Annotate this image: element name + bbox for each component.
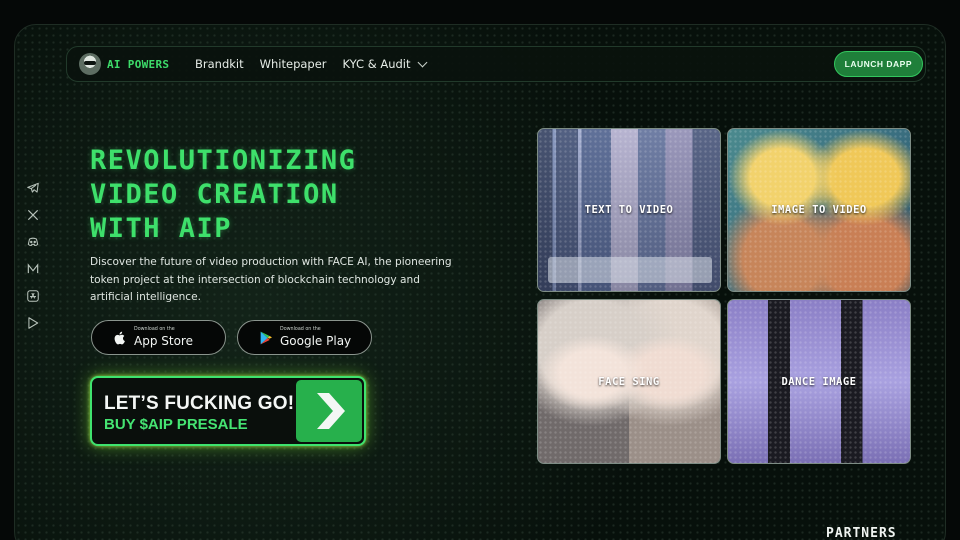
hero-title-line: VIDEO CREATION [90, 179, 339, 210]
robot-logo-icon [79, 53, 101, 75]
hero-description: Discover the future of video production … [90, 256, 452, 303]
app-store-button[interactable]: Download on the App Store [91, 320, 226, 355]
nav-link-kyc-audit[interactable]: KYC & Audit [342, 57, 427, 71]
top-navbar: AI POWERS Brandkit Whitepaper KYC & Audi… [66, 46, 926, 82]
hero-title-line: WITH AIP [90, 213, 233, 244]
nav-link-whitepaper[interactable]: Whitepaper [260, 57, 327, 71]
discord-icon[interactable] [25, 234, 41, 250]
prompt-preview-box [548, 257, 712, 283]
chevron-right-icon [296, 380, 362, 442]
feature-card-image-to-video[interactable]: IMAGE TO VIDEO [727, 128, 911, 292]
feature-card-dance-image[interactable]: DANCE IMAGE [727, 299, 911, 464]
feature-card-label: FACE SING [598, 375, 660, 388]
x-icon[interactable] [25, 207, 41, 223]
partners-heading: PARTNERS [826, 526, 897, 540]
nav-link-label: Brandkit [195, 57, 244, 71]
feature-card-label: TEXT TO VIDEO [584, 204, 674, 216]
nav-link-label: Whitepaper [259, 57, 327, 71]
feature-card-face-sing[interactable]: FACE SING [537, 299, 721, 464]
telegram-icon[interactable] [25, 180, 41, 196]
app-store-text: Download on the App Store [134, 327, 193, 348]
cta-headline: LET’S FUCKING GO! [104, 393, 295, 414]
brand-logo[interactable]: AI POWERS [79, 53, 195, 75]
social-sidebar [14, 160, 52, 360]
medium-icon[interactable] [25, 261, 41, 277]
cta-subline: BUY $AIP PRESALE [104, 416, 248, 433]
google-play-text: Download on the Google Play [280, 327, 352, 348]
feature-card-text-to-video[interactable]: TEXT TO VIDEO [537, 128, 721, 292]
google-play-logo-icon [260, 331, 272, 344]
launch-dapp-button[interactable]: LAUNCH DAPP [833, 51, 923, 77]
nav-link-brandkit[interactable]: Brandkit [195, 57, 244, 71]
brand-name: AI POWERS [107, 57, 170, 71]
nav-links: Brandkit Whitepaper KYC & Audit [195, 57, 427, 71]
app-store-icon[interactable] [25, 288, 41, 304]
feature-card-label: IMAGE TO VIDEO [771, 204, 867, 216]
google-play-small-label: Download on the [280, 327, 321, 333]
app-store-small-label: Download on the [134, 327, 175, 333]
apple-icon [114, 331, 125, 344]
app-store-label: App Store [134, 333, 193, 348]
google-play-label: Google Play [280, 333, 352, 348]
google-play-button[interactable]: Download on the Google Play [237, 320, 372, 355]
google-play-icon[interactable] [25, 315, 41, 331]
hero-title: REVOLUTIONIZING VIDEO CREATION WITH AIP [90, 144, 420, 246]
hero-title-line: REVOLUTIONIZING [90, 145, 357, 176]
nav-link-label: KYC & Audit [342, 57, 411, 71]
feature-card-label: DANCE IMAGE [781, 375, 857, 388]
chevron-down-icon [417, 57, 427, 67]
presale-cta-button[interactable]: LET’S FUCKING GO! BUY $AIP PRESALE [90, 376, 366, 446]
